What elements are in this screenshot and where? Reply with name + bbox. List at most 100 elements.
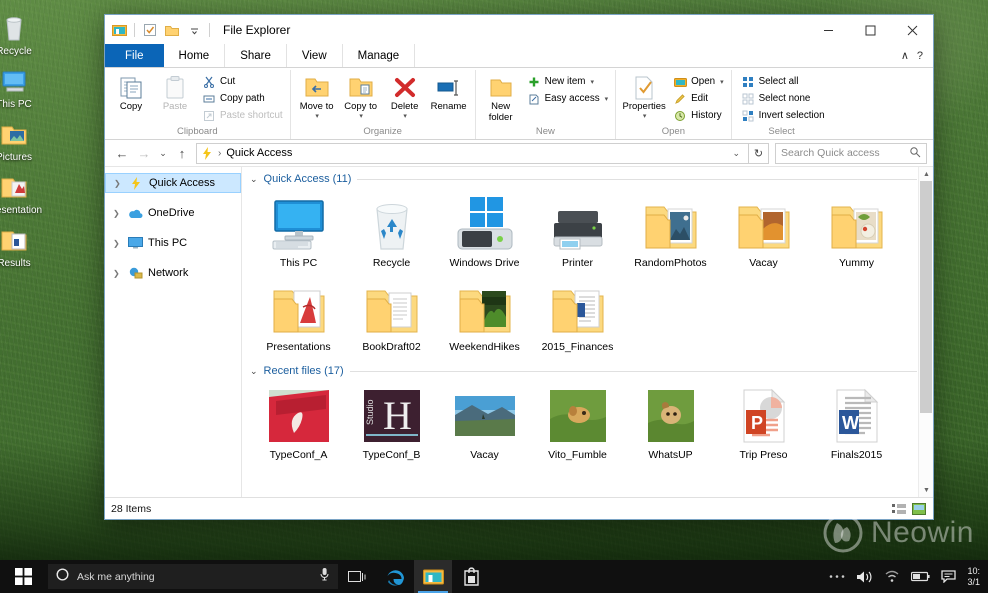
desktop-icon-results[interactable]: Results: [0, 226, 42, 269]
invert-selection-button[interactable]: Invert selection: [738, 107, 828, 124]
up-button[interactable]: ↑: [171, 142, 193, 164]
paste-button[interactable]: Paste: [153, 73, 197, 114]
move-to-button[interactable]: Move to ▾: [295, 73, 339, 121]
minimize-button[interactable]: [807, 15, 849, 45]
list-item[interactable]: RandomPhotos: [624, 191, 717, 275]
back-button[interactable]: ←: [111, 142, 133, 164]
address-bar[interactable]: › Quick Access ⌄: [196, 142, 749, 164]
scrollbar-thumb[interactable]: [920, 181, 932, 413]
tab-view[interactable]: View: [287, 44, 343, 67]
list-item[interactable]: BookDraft02: [345, 275, 438, 359]
sidebar-item-this-pc[interactable]: ❯ This PC: [105, 233, 241, 253]
list-item[interactable]: W Finals2015: [810, 383, 903, 467]
chevron-down-icon[interactable]: ⌄: [250, 366, 258, 377]
open-button[interactable]: Open ▾: [670, 73, 726, 90]
file-explorer-icon[interactable]: [109, 20, 129, 40]
section-header-quick-access[interactable]: ⌄ Quick Access (11): [242, 167, 933, 187]
new-folder-button[interactable]: New folder: [480, 73, 522, 124]
properties-icon[interactable]: [140, 20, 160, 40]
easy-access-button[interactable]: Easy access ▾: [524, 90, 612, 107]
paste-shortcut-button[interactable]: Paste shortcut: [199, 107, 286, 124]
section-header-recent-files[interactable]: ⌄ Recent files (17): [242, 359, 933, 379]
tab-file[interactable]: File: [105, 44, 164, 67]
list-item[interactable]: TypeConf_A: [252, 383, 345, 467]
sidebar-item-network[interactable]: ❯ Network: [105, 263, 241, 283]
sidebar-item-onedrive[interactable]: ❯ OneDrive: [105, 203, 241, 223]
desktop-icon-pictures[interactable]: Pictures: [0, 120, 42, 163]
scroll-down-icon[interactable]: ▼: [919, 483, 933, 497]
list-item[interactable]: WhatsUP: [624, 383, 717, 467]
search-input[interactable]: Search Quick access: [775, 142, 927, 164]
list-item[interactable]: WeekendHikes: [438, 275, 531, 359]
list-item[interactable]: Vacay: [438, 383, 531, 467]
list-item[interactable]: Yummy: [810, 191, 903, 275]
ribbon-button-label: Copy: [119, 101, 143, 112]
new-item-button[interactable]: New item ▾: [524, 73, 612, 90]
list-item[interactable]: Presentations: [252, 275, 345, 359]
desktop-icon-presentation[interactable]: Presentation: [0, 173, 42, 216]
properties-button[interactable]: Properties ▾: [620, 73, 668, 121]
rename-button[interactable]: Rename: [427, 73, 471, 114]
recent-locations-button[interactable]: ⌄: [155, 142, 171, 164]
list-item[interactable]: This PC: [252, 191, 345, 275]
details-view-icon[interactable]: [891, 501, 907, 517]
help-icon[interactable]: ?: [917, 50, 923, 62]
refresh-button[interactable]: ↻: [749, 142, 769, 164]
chevron-right-icon[interactable]: ❯: [113, 269, 122, 278]
list-item[interactable]: P Trip Preso: [717, 383, 810, 467]
forward-button[interactable]: →: [133, 142, 155, 164]
list-item[interactable]: Vito_Fumble: [531, 383, 624, 467]
chevron-down-icon[interactable]: ⌄: [250, 174, 258, 185]
copy-path-button[interactable]: Copy path: [199, 90, 286, 107]
sidebar-item-quick-access[interactable]: ❯ Quick Access: [105, 173, 241, 193]
action-center-icon[interactable]: [941, 570, 957, 583]
list-item[interactable]: Vacay: [717, 191, 810, 275]
chevron-right-icon[interactable]: ❯: [113, 239, 122, 248]
chevron-down-icon[interactable]: ⌄: [732, 148, 744, 159]
store-icon[interactable]: [452, 560, 490, 593]
cut-button[interactable]: Cut: [199, 73, 286, 90]
desktop-icon-recycle[interactable]: Recycle: [0, 14, 42, 57]
edge-browser-icon[interactable]: [376, 560, 414, 593]
desktop-icon-this-pc[interactable]: This PC: [0, 67, 42, 110]
list-item[interactable]: Recycle: [345, 191, 438, 275]
tab-manage[interactable]: Manage: [343, 44, 416, 67]
tray-overflow-icon[interactable]: [829, 574, 845, 579]
scroll-up-icon[interactable]: ▲: [919, 167, 933, 181]
vertical-scrollbar[interactable]: ▲ ▼: [918, 167, 933, 497]
maximize-button[interactable]: [849, 15, 891, 45]
chevron-right-icon[interactable]: ❯: [113, 209, 122, 218]
customize-icon[interactable]: [184, 20, 204, 40]
breadcrumb-label[interactable]: Quick Access: [226, 147, 292, 159]
tab-home[interactable]: Home: [163, 44, 226, 67]
tab-share[interactable]: Share: [225, 44, 287, 67]
collapse-ribbon-icon[interactable]: ∧: [901, 49, 909, 62]
microphone-icon[interactable]: [319, 567, 330, 586]
start-button-icon[interactable]: [0, 560, 46, 593]
copy-to-button[interactable]: Copy to ▾: [339, 73, 383, 121]
svg-text:H: H: [383, 393, 412, 438]
file-explorer-icon[interactable]: [414, 560, 452, 593]
list-item[interactable]: Printer: [531, 191, 624, 275]
copy-icon: [118, 74, 144, 102]
file-list-pane[interactable]: ⌄ Quick Access (11) This PC Recycle Wind…: [242, 167, 933, 497]
volume-icon[interactable]: [856, 570, 873, 584]
wifi-icon[interactable]: [884, 570, 900, 583]
delete-button[interactable]: Delete ▾: [383, 73, 427, 121]
search-input[interactable]: Ask me anything: [48, 564, 338, 589]
thumbnail-view-icon[interactable]: [911, 501, 927, 517]
task-view-icon[interactable]: [338, 560, 376, 593]
battery-icon[interactable]: [911, 571, 931, 582]
list-item[interactable]: 2015_Finances: [531, 275, 624, 359]
close-button[interactable]: [891, 15, 933, 45]
chevron-right-icon[interactable]: ❯: [114, 179, 123, 188]
taskbar-clock[interactable]: 10: 3/1: [967, 566, 980, 588]
list-item[interactable]: Studio H TypeConf_B: [345, 383, 438, 467]
copy-button[interactable]: Copy: [109, 73, 153, 114]
select-all-button[interactable]: Select all: [738, 73, 828, 90]
new-folder-icon[interactable]: [162, 20, 182, 40]
select-none-button[interactable]: Select none: [738, 90, 828, 107]
history-button[interactable]: History: [670, 107, 726, 124]
list-item[interactable]: Windows Drive: [438, 191, 531, 275]
edit-button[interactable]: Edit: [670, 90, 726, 107]
